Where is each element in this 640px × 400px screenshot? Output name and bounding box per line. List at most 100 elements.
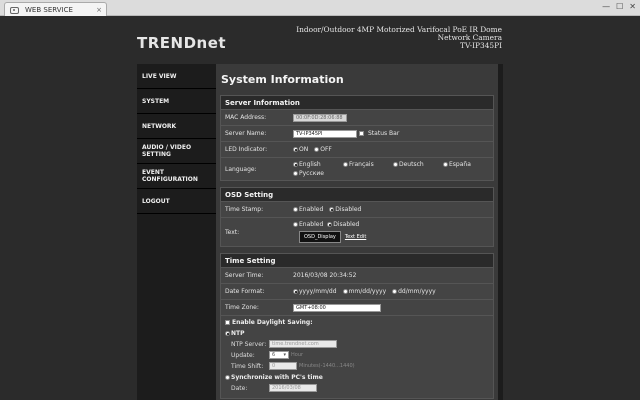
model-info: Indoor/Outdoor 4MP Motorized Varifocal P… [296, 26, 502, 50]
update-label: Update: [231, 351, 255, 359]
sync-pc-radio[interactable] [225, 375, 230, 380]
timestamp-label: Time Stamp: [225, 206, 264, 213]
osd-text-disabled-radio[interactable] [327, 222, 333, 227]
led-row: LED Indicator: ON OFF [221, 142, 493, 158]
sidebar: LIVE VIEW SYSTEM NETWORK AUDIO / VIDEO S… [137, 64, 216, 400]
lang-russian-label: Pусские [299, 170, 324, 177]
osd-text-disabled-label: Disabled [333, 221, 360, 228]
daylight-label: Enable Daylight Saving: [232, 319, 313, 326]
fmt-dmy-label: dd/mm/yyyy [398, 288, 436, 295]
timestamp-row: Time Stamp: Enabled Disabled [221, 202, 493, 218]
browser-tab[interactable]: WEB SERVICE × [4, 2, 107, 16]
server-time-value: 2016/03/08 20:34:52 [293, 272, 357, 279]
date-label: Date: [231, 384, 248, 392]
timestamp-disabled-radio[interactable] [329, 207, 335, 212]
time-zone-label: Time Zone: [225, 304, 259, 311]
chevron-down-icon: ▾ [283, 352, 286, 358]
nav-system[interactable]: SYSTEM [137, 89, 216, 114]
close-icon[interactable]: ✕ [629, 2, 636, 11]
timestamp-enabled-radio[interactable] [293, 207, 298, 212]
mac-label: MAC Address: [225, 114, 267, 121]
sync-pc-label: Synchronize with PC's time [231, 374, 323, 381]
osd-section: OSD Setting Time Stamp: Enabled Disabled… [220, 187, 494, 247]
server-name-label: Server Name: [225, 130, 267, 137]
date-format-label: Date Format: [225, 288, 265, 295]
osd-text-enabled-label: Enabled [299, 221, 324, 228]
lang-german-label: Deutsch [399, 161, 424, 168]
server-info-header: Server Information [221, 96, 493, 110]
status-bar-checkbox[interactable] [359, 131, 364, 136]
led-label: LED Indicator: [225, 146, 268, 153]
nav-live-view[interactable]: LIVE VIEW [137, 64, 216, 89]
status-bar-label: Status Bar [368, 130, 400, 137]
daylight-checkbox[interactable] [225, 320, 230, 325]
lang-russian-radio[interactable] [293, 171, 298, 176]
language-row: Language: English Français Deutsch Españ… [221, 158, 493, 180]
time-shift-label: Time Shift: [231, 362, 264, 370]
ntp-server-input[interactable]: time.trendnet.com [269, 340, 337, 348]
led-off-label: OFF [320, 146, 332, 153]
ntp-server-label: NTP Server: [231, 340, 267, 348]
camera-icon [9, 6, 21, 14]
maximize-icon[interactable]: ☐ [616, 2, 623, 11]
osd-text-label: Text: [225, 228, 240, 236]
model-line-3: TV-IP345PI [460, 41, 502, 50]
lang-english-radio[interactable] [293, 162, 298, 167]
page: TRENDnet Indoor/Outdoor 4MP Motorized Va… [0, 17, 640, 400]
server-time-label: Server Time: [225, 272, 264, 279]
page-title: System Information [221, 73, 344, 86]
nav-event-config[interactable]: EVENT CONFIGURATION [137, 164, 216, 189]
nav-logout[interactable]: LOGOUT [137, 189, 216, 214]
lang-spanish-radio[interactable] [443, 162, 448, 167]
tab-title: WEB SERVICE [25, 5, 73, 14]
fmt-dmy-radio[interactable] [392, 289, 398, 294]
time-header: Time Setting [221, 254, 493, 268]
right-border [498, 64, 503, 400]
osd-text-row: Text: Enabled Disabled OSD_Display Text … [221, 218, 493, 246]
lang-spanish-label: España [449, 161, 471, 168]
timestamp-enabled-label: Enabled [299, 206, 324, 213]
date-input[interactable]: 2016/03/08 [269, 384, 317, 392]
led-on-radio[interactable] [293, 147, 298, 152]
timestamp-disabled-label: Disabled [335, 206, 362, 213]
mac-row: MAC Address: 00:0F:0D:28:06:88 [221, 110, 493, 126]
fmt-ymd-radio[interactable] [293, 289, 298, 294]
server-name-row: Server Name: TV-IP345PI Status Bar [221, 126, 493, 142]
time-zone-input[interactable]: GMT+08:00 [293, 303, 381, 312]
osd-text-enabled-radio[interactable] [293, 222, 298, 227]
lang-french-radio[interactable] [343, 162, 348, 167]
tab-close-icon[interactable]: × [96, 6, 102, 14]
time-shift-input[interactable]: 0 [269, 362, 297, 370]
browser-chrome: WEB SERVICE × — ☐ ✕ [0, 0, 640, 16]
minimize-icon[interactable]: — [602, 2, 610, 11]
lang-english-label: English [299, 161, 321, 168]
nav-network[interactable]: NETWORK [137, 114, 216, 139]
update-unit: Hour [291, 352, 304, 358]
server-name-input[interactable]: TV-IP345PI [293, 129, 357, 138]
mac-field: 00:0F:0D:28:06:88 [293, 113, 347, 122]
lang-german-radio[interactable] [393, 162, 398, 167]
ntp-radio[interactable] [225, 331, 230, 336]
time-shift-hint: Minutes(-1440...1440) [299, 363, 355, 369]
fmt-ymd-label: yyyy/mm/dd [299, 288, 337, 295]
osd-text-display: OSD_Display [299, 231, 341, 243]
update-select[interactable]: 6 ▾ [269, 351, 289, 359]
brand-logo: TRENDnet [137, 34, 227, 52]
ntp-label: NTP [231, 330, 245, 337]
date-format-row: Date Format: yyyy/mm/dd mm/dd/yyyy dd/mm… [221, 284, 493, 300]
update-value: 6 [272, 352, 276, 358]
time-section: Time Setting Server Time: 2016/03/08 20:… [220, 253, 494, 399]
led-off-radio[interactable] [314, 147, 320, 152]
fmt-mdy-label: mm/dd/yyyy [348, 288, 387, 295]
text-edit-link[interactable]: Text Edit [345, 234, 366, 240]
nav-audio-video[interactable]: AUDIO / VIDEO SETTING [137, 139, 216, 164]
main-content: System Information Server Information MA… [216, 64, 498, 400]
window-controls: — ☐ ✕ [602, 2, 636, 11]
osd-header: OSD Setting [221, 188, 493, 202]
fmt-mdy-radio[interactable] [342, 289, 348, 294]
led-on-label: ON [299, 146, 309, 153]
language-label: Language: [225, 165, 257, 173]
lang-french-label: Français [349, 161, 374, 168]
server-info-section: Server Information MAC Address: 00:0F:0D… [220, 95, 494, 181]
server-time-row: Server Time: 2016/03/08 20:34:52 [221, 268, 493, 284]
